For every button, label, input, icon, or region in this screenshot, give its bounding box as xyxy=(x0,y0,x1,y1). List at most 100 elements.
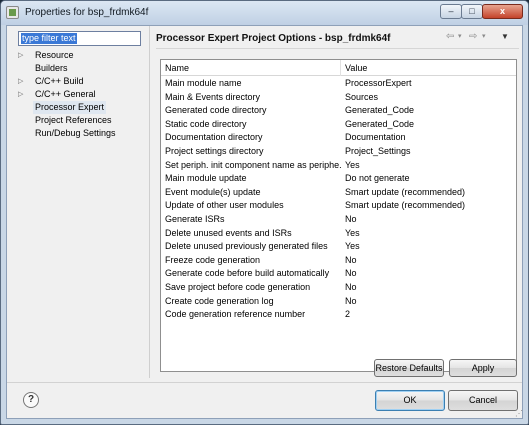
option-name: Main & Events directory xyxy=(165,91,261,102)
option-name: Static code directory xyxy=(165,118,247,129)
tree-item-label: Run/Debug Settings xyxy=(35,128,116,138)
cancel-button[interactable]: Cancel xyxy=(448,390,518,411)
option-name: Freeze code generation xyxy=(165,254,261,265)
table-row[interactable]: Delete unused previously generated files… xyxy=(161,240,516,254)
expand-arrow-icon[interactable]: ▷ xyxy=(18,88,26,101)
option-name: Delete unused previously generated files xyxy=(165,241,328,252)
option-name: Generate code before build automatically xyxy=(165,268,330,279)
option-name: Generate ISRs xyxy=(165,213,225,224)
tree-item-cpp-general[interactable]: ▷ C/C++ General xyxy=(15,88,145,101)
tree-item-label: Resource xyxy=(35,50,74,60)
table-header: Name Value xyxy=(161,60,516,76)
option-value[interactable]: No xyxy=(341,254,516,268)
option-name: Update of other user modules xyxy=(165,200,284,211)
table-row[interactable]: Generate code before build automatically… xyxy=(161,267,516,281)
ok-button[interactable]: OK xyxy=(375,390,445,411)
page-title: Processor Expert Project Options - bsp_f… xyxy=(156,33,391,44)
table-row[interactable]: Static code directory Generated_Code xyxy=(161,118,516,132)
table-row[interactable]: Main module name ProcessorExpert xyxy=(161,77,516,91)
column-header-name[interactable]: Name xyxy=(161,60,341,76)
resize-grip-icon[interactable]: ⋰ xyxy=(515,409,523,418)
pane-splitter[interactable] xyxy=(149,26,150,378)
maximize-button[interactable]: □ xyxy=(461,4,483,19)
tree-item-builders[interactable]: Builders xyxy=(15,62,145,75)
option-name: Delete unused events and ISRs xyxy=(165,227,292,238)
forward-arrow-icon[interactable]: ⇨ xyxy=(469,31,477,43)
option-value[interactable]: Yes xyxy=(341,159,516,173)
option-name: Main module update xyxy=(165,173,247,184)
title-divider xyxy=(156,48,519,49)
option-value[interactable]: No xyxy=(341,281,516,295)
option-value[interactable]: Do not generate xyxy=(341,172,516,186)
back-arrow-icon[interactable]: ⇦ xyxy=(446,31,454,43)
table-row[interactable]: Main module update Do not generate xyxy=(161,172,516,186)
option-value[interactable]: Smart update (recommended) xyxy=(341,186,516,200)
option-value[interactable]: Generated_Code xyxy=(341,104,516,118)
category-tree: ▷ Resource Builders ▷ C/C++ Build ▷ C/C+… xyxy=(15,49,145,140)
option-value[interactable]: Yes xyxy=(341,227,516,241)
table-row[interactable]: Event module(s) update Smart update (reco… xyxy=(161,186,516,200)
option-value[interactable]: No xyxy=(341,295,516,309)
option-value[interactable]: Documentation xyxy=(341,131,516,145)
filter-input[interactable]: type filter text xyxy=(18,31,141,46)
view-menu-icon[interactable]: ▼ xyxy=(501,31,509,43)
tree-item-processor-expert[interactable]: Processor Expert xyxy=(15,101,145,114)
apply-button[interactable]: Apply xyxy=(449,359,517,377)
table-row[interactable]: Code generation reference number 2 xyxy=(161,308,516,322)
tree-item-project-references[interactable]: Project References xyxy=(15,114,145,127)
table-row[interactable]: Project settings directory Project_Settin… xyxy=(161,145,516,159)
table-row[interactable]: Save project before code generation No xyxy=(161,281,516,295)
table-row[interactable]: Update of other user modules Smart update… xyxy=(161,199,516,213)
option-value[interactable]: No xyxy=(341,213,516,227)
option-value[interactable]: ProcessorExpert xyxy=(341,77,516,91)
tree-item-cpp-build[interactable]: ▷ C/C++ Build xyxy=(15,75,145,88)
option-value[interactable]: Sources xyxy=(341,91,516,105)
table-body: Main module name ProcessorExpert Main & E… xyxy=(161,77,516,322)
tree-item-resource[interactable]: ▷ Resource xyxy=(15,49,145,62)
expand-arrow-icon[interactable]: ▷ xyxy=(18,49,26,62)
option-name: Project settings directory xyxy=(165,145,264,156)
tree-item-run-debug-settings[interactable]: Run/Debug Settings xyxy=(15,127,145,140)
tree-item-label: Builders xyxy=(35,63,68,73)
app-icon xyxy=(6,6,19,19)
option-value[interactable]: No xyxy=(341,267,516,281)
table-row[interactable]: Create code generation log No xyxy=(161,295,516,309)
properties-dialog: Properties for bsp_frdmk64f – □ x type f… xyxy=(0,0,529,425)
table-row[interactable]: Freeze code generation No xyxy=(161,254,516,268)
tree-item-label: Project References xyxy=(35,115,112,125)
tree-item-label: Processor Expert xyxy=(33,101,107,114)
table-row[interactable]: Main & Events directory Sources xyxy=(161,91,516,105)
tree-item-label: C/C++ General xyxy=(35,89,96,99)
footer-divider xyxy=(7,382,522,383)
option-value[interactable]: Generated_Code xyxy=(341,118,516,132)
back-dropdown-icon[interactable]: ▾ xyxy=(458,31,462,43)
forward-dropdown-icon[interactable]: ▾ xyxy=(482,31,486,43)
option-value[interactable]: Smart update (recommended) xyxy=(341,199,516,213)
option-value[interactable]: 2 xyxy=(341,308,516,322)
option-name: Main module name xyxy=(165,78,242,88)
options-table: Name Value Main module name ProcessorExpe… xyxy=(160,59,517,372)
close-button[interactable]: x xyxy=(482,4,523,19)
window-title: Properties for bsp_frdmk64f xyxy=(25,7,149,18)
tree-item-label: C/C++ Build xyxy=(35,76,84,86)
expand-arrow-icon[interactable]: ▷ xyxy=(18,75,26,88)
restore-defaults-button[interactable]: Restore Defaults xyxy=(374,359,444,377)
option-name: Documentation directory xyxy=(165,132,263,143)
filter-input-text: type filter text xyxy=(21,33,77,44)
option-name: Set periph. init component name as perip… xyxy=(165,159,341,170)
option-name: Event module(s) update xyxy=(165,186,261,197)
option-value[interactable]: Project_Settings xyxy=(341,145,516,159)
table-row[interactable]: Set periph. init component name as perip… xyxy=(161,159,516,173)
title-bar[interactable]: Properties for bsp_frdmk64f – □ x xyxy=(1,1,528,25)
option-name: Save project before code generation xyxy=(165,281,311,292)
column-header-value[interactable]: Value xyxy=(341,60,516,76)
option-value[interactable]: Yes xyxy=(341,240,516,254)
table-row[interactable]: Generated code directory Generated_Code xyxy=(161,104,516,118)
option-name: Generated code directory xyxy=(165,105,267,116)
table-row[interactable]: Documentation directory Documentation xyxy=(161,131,516,145)
table-row[interactable]: Delete unused events and ISRs Yes xyxy=(161,227,516,241)
minimize-button[interactable]: – xyxy=(440,4,462,19)
dialog-body: type filter text ▷ Resource Builders ▷ C… xyxy=(6,25,523,419)
help-icon[interactable]: ? xyxy=(23,392,39,408)
table-row[interactable]: Generate ISRs No xyxy=(161,213,516,227)
